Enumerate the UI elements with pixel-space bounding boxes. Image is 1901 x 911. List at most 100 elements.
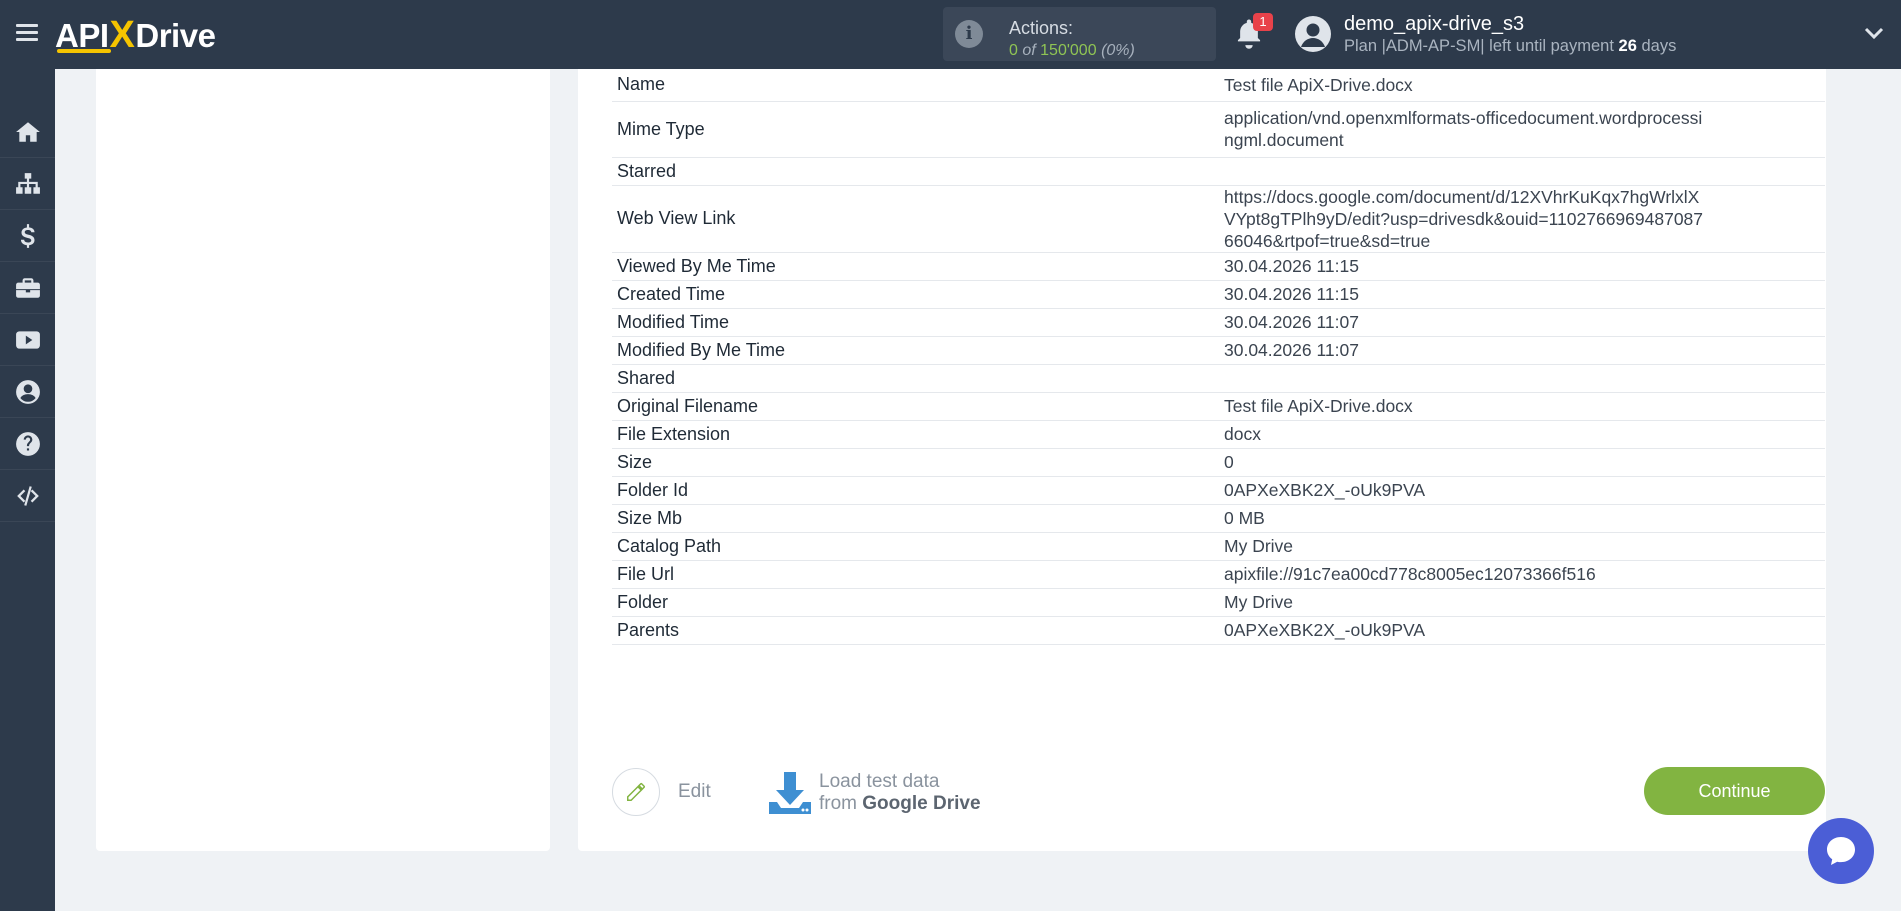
field-key: Web View Link — [612, 185, 1219, 253]
plan-info: Plan |ADM-AP-SM| left until payment 26 d… — [1344, 37, 1676, 56]
sidebar-item-connections[interactable] — [0, 158, 55, 210]
question-icon — [15, 431, 40, 456]
field-row: Parents 0APXeXBK2X_-oUk9PVA — [612, 616, 1825, 645]
field-value: Test file ApiX-Drive.docx — [1219, 392, 1825, 421]
actions-used: 0 — [1009, 42, 1018, 59]
field-value: 30.04.2026 11:07 — [1219, 336, 1825, 365]
notification-badge: 1 — [1253, 13, 1273, 31]
field-value-text: docx — [1224, 424, 1261, 444]
logo[interactable]: API X Drive — [55, 14, 216, 56]
field-row: Size 0 — [612, 448, 1825, 477]
field-key: Modified By Me Time — [612, 336, 1219, 365]
menu-icon[interactable] — [16, 24, 38, 42]
user-name[interactable]: demo_apix-drive_s3 — [1344, 13, 1524, 36]
days-unit: days — [1641, 37, 1677, 55]
field-row: Folder My Drive — [612, 588, 1825, 617]
field-value-text: apixfile://91c7ea00cd778c8005ec12073366f… — [1224, 564, 1596, 584]
field-key: Size — [612, 448, 1219, 477]
field-value: 0 MB — [1219, 504, 1825, 533]
load-source: Google Drive — [862, 793, 981, 814]
fields-table: Name Test file ApiX-Drive.docx Mime Type ap… — [612, 69, 1825, 645]
continue-button[interactable]: Continue — [1644, 767, 1825, 815]
actions-of: of — [1022, 42, 1036, 59]
field-value: 30.04.2026 11:07 — [1219, 308, 1825, 337]
field-value: My Drive — [1219, 588, 1825, 617]
field-row: Original Filename Test file ApiX-Drive.do… — [612, 392, 1825, 421]
edit-button[interactable]: Edit — [612, 768, 711, 816]
field-row: Web View Link https://docs.google.com/doc… — [612, 185, 1825, 253]
field-key: File Url — [612, 560, 1219, 589]
field-value: My Drive — [1219, 532, 1825, 561]
field-value-text: 0APXeXBK2X_-oUk9PVA — [1224, 620, 1426, 640]
field-key: Viewed By Me Time — [612, 252, 1219, 281]
info-icon: i — [955, 20, 983, 48]
field-row: Size Mb 0 MB — [612, 504, 1825, 533]
user-icon — [1301, 23, 1325, 47]
field-value — [1219, 364, 1825, 393]
field-value: https://docs.google.com/document/d/12XVh… — [1219, 185, 1825, 253]
chat-button[interactable] — [1808, 818, 1874, 884]
field-value-text: 0 — [1224, 452, 1234, 472]
edit-label: Edit — [678, 781, 711, 802]
field-row: Mime Type application/vnd.openxmlformats-… — [612, 101, 1825, 158]
sidebar-item-help[interactable] — [0, 418, 55, 470]
field-row: File Extension docx — [612, 420, 1825, 449]
sidebar-item-services[interactable] — [0, 262, 55, 314]
sidebar-item-account[interactable] — [0, 366, 55, 418]
days-left: 26 — [1618, 37, 1637, 55]
field-key: Size Mb — [612, 504, 1219, 533]
field-value: application/vnd.openxmlformats-officedoc… — [1219, 101, 1825, 158]
field-key: File Extension — [612, 420, 1219, 449]
load-line1: Load test data — [819, 771, 940, 792]
avatar[interactable] — [1295, 16, 1331, 52]
actions-value: 0 of 150'000 (0%) — [1009, 42, 1135, 60]
edit-circle — [612, 768, 660, 816]
field-value-text: Test file ApiX-Drive.docx — [1224, 396, 1413, 416]
field-value: apixfile://91c7ea00cd778c8005ec12073366f… — [1219, 560, 1825, 589]
field-value: Test file ApiX-Drive.docx — [1219, 69, 1825, 102]
field-key: Mime Type — [612, 101, 1219, 158]
field-key: Created Time — [612, 280, 1219, 309]
sidebar-item-billing[interactable] — [0, 210, 55, 262]
field-value: 30.04.2026 11:15 — [1219, 252, 1825, 281]
logo-suffix: Drive — [135, 17, 216, 54]
field-row: File Url apixfile://91c7ea00cd778c8005ec1… — [612, 560, 1825, 589]
field-value-text: 30.04.2026 11:15 — [1224, 284, 1359, 304]
sidebar-item-videos[interactable] — [0, 314, 55, 366]
home-icon — [15, 121, 40, 142]
field-key: Starred — [612, 157, 1219, 186]
dollar-icon — [20, 223, 34, 248]
field-value — [1219, 157, 1825, 186]
sidebar-item-api[interactable] — [0, 470, 55, 522]
logo-x: X — [109, 14, 135, 56]
load-test-data-button[interactable]: Load test data from Google Drive — [767, 770, 981, 816]
field-row: Shared — [612, 364, 1825, 393]
actions-percent: (0%) — [1101, 42, 1135, 59]
field-key: Catalog Path — [612, 532, 1219, 561]
field-value: 0 — [1219, 448, 1825, 477]
field-key: Folder Id — [612, 476, 1219, 505]
field-row: Modified By Me Time 30.04.2026 11:07 — [612, 336, 1825, 365]
logo-underline — [57, 49, 111, 53]
actions-counter[interactable]: i Actions: 0 of 150'000 (0%) — [943, 7, 1216, 61]
field-key: Parents — [612, 616, 1219, 645]
field-value-text: 0APXeXBK2X_-oUk9PVA — [1224, 480, 1426, 500]
code-icon — [16, 485, 39, 506]
sidebar-item-home[interactable] — [0, 106, 55, 158]
sidebar — [0, 69, 55, 911]
left-panel — [96, 69, 550, 851]
field-row: Modified Time 30.04.2026 11:07 — [612, 308, 1825, 337]
field-value: docx — [1219, 420, 1825, 449]
youtube-icon — [15, 330, 40, 349]
sitemap-icon — [15, 172, 40, 194]
field-row: Folder Id 0APXeXBK2X_-oUk9PVA — [612, 476, 1825, 505]
user-circle-icon — [15, 379, 40, 404]
actions-label: Actions: — [1009, 18, 1074, 38]
top-bar: API X Drive i Actions: 0 of 150'000 (0%) 1… — [0, 0, 1901, 69]
chevron-down-icon[interactable] — [1864, 26, 1884, 40]
load-line2: from Google Drive — [819, 793, 981, 815]
field-row: Name Test file ApiX-Drive.docx — [612, 69, 1825, 102]
chat-icon — [1827, 837, 1855, 865]
plan-text: Plan |ADM-AP-SM| left until payment — [1344, 37, 1614, 55]
pencil-icon — [627, 783, 645, 801]
